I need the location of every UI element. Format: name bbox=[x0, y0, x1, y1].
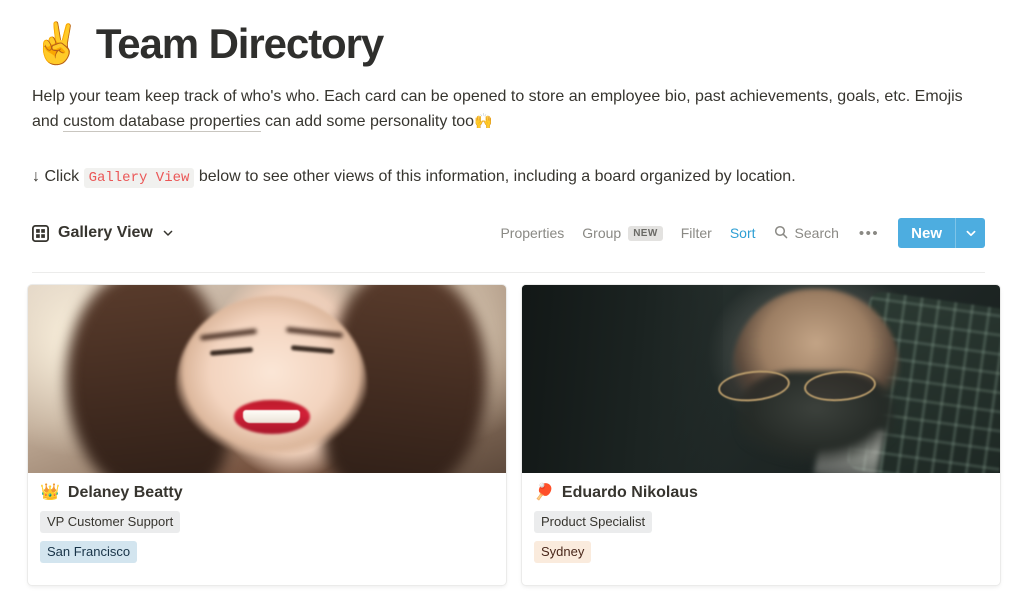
card-person-name: Delaney Beatty bbox=[67, 484, 183, 501]
card-title-row: 🏓 Eduardo Nikolaus bbox=[534, 484, 988, 502]
card-role-tag: Product Specialist bbox=[534, 511, 653, 533]
properties-button[interactable]: Properties bbox=[491, 225, 573, 241]
properties-label: Properties bbox=[500, 225, 565, 242]
gallery-view-code-chip: Gallery View bbox=[83, 168, 195, 189]
view-selector-gallery-view[interactable]: Gallery View bbox=[32, 224, 174, 242]
card-person-name: Eduardo Nikolaus bbox=[561, 484, 698, 501]
card-body: 👑 Delaney Beatty VP Customer Support San… bbox=[28, 473, 506, 585]
page-description: Help your team keep track of who's who. … bbox=[32, 84, 977, 134]
chevron-down-icon bbox=[966, 230, 975, 237]
card-emoji-crown: 👑 bbox=[40, 484, 60, 501]
card-title-row: 👑 Delaney Beatty bbox=[40, 484, 494, 502]
gallery-card[interactable]: 🏓 Eduardo Nikolaus Product Specialist Sy… bbox=[522, 285, 1000, 585]
page-icon-emoji[interactable]: ✌️ bbox=[32, 24, 82, 64]
view-selector-label: Gallery View bbox=[58, 224, 153, 242]
database-toolbar: Gallery View Properties Group NEW Filter… bbox=[32, 216, 985, 250]
card-location-tag: San Francisco bbox=[40, 541, 138, 563]
down-arrow-icon: ↓ bbox=[32, 168, 40, 186]
gallery-grid-icon bbox=[32, 224, 49, 242]
sort-label: Sort bbox=[729, 225, 756, 242]
filter-button[interactable]: Filter bbox=[672, 225, 721, 241]
custom-database-properties-link[interactable]: custom database properties bbox=[63, 113, 261, 133]
more-options-button[interactable]: ••• bbox=[848, 225, 890, 242]
card-location-tag: Sydney bbox=[534, 541, 592, 563]
gallery-card-grid: 👑 Delaney Beatty VP Customer Support San… bbox=[28, 285, 1000, 585]
card-cover-photo-smiling-woman bbox=[28, 285, 506, 473]
page-title: Team Directory bbox=[95, 20, 384, 67]
filter-label: Filter bbox=[680, 225, 712, 242]
search-label: Search bbox=[794, 225, 839, 242]
raising-hands-emoji: 🙌 bbox=[474, 113, 493, 131]
sort-button[interactable]: Sort bbox=[721, 225, 765, 241]
card-role-tag: VP Customer Support bbox=[40, 511, 181, 533]
search-button[interactable]: Search bbox=[765, 225, 848, 242]
toolbar-divider bbox=[32, 272, 985, 273]
chevron-down-icon bbox=[162, 227, 174, 239]
search-icon bbox=[774, 225, 788, 242]
card-emoji-ping-pong: 🏓 bbox=[534, 484, 554, 501]
group-button[interactable]: Group NEW bbox=[573, 225, 671, 241]
description-text-after: can add some personality too bbox=[260, 113, 475, 131]
new-button-dropdown[interactable] bbox=[955, 218, 985, 249]
team-directory-page: ✌️ Team Directory Help your team keep tr… bbox=[0, 0, 1017, 604]
group-label: Group bbox=[582, 225, 622, 242]
card-body: 🏓 Eduardo Nikolaus Product Specialist Sy… bbox=[522, 473, 1000, 585]
callout-text-before: Click bbox=[44, 168, 80, 186]
group-new-badge: NEW bbox=[628, 225, 663, 241]
callout-text-after: below to see other views of this informa… bbox=[198, 168, 796, 186]
toolbar-actions: Properties Group NEW Filter Sort Search … bbox=[491, 218, 985, 249]
new-button[interactable]: New bbox=[898, 218, 955, 248]
gallery-view-callout: ↓ Click Gallery View below to see other … bbox=[32, 165, 985, 190]
gallery-card[interactable]: 👑 Delaney Beatty VP Customer Support San… bbox=[28, 285, 506, 585]
card-cover-photo-bearded-man bbox=[522, 285, 1000, 473]
page-title-row: ✌️ Team Directory bbox=[32, 0, 985, 66]
new-button-group[interactable]: New bbox=[898, 218, 985, 249]
